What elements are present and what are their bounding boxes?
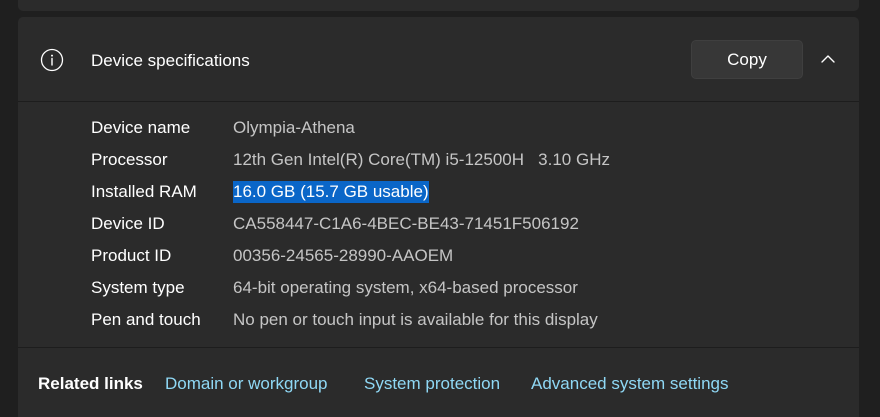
section-title: Device specifications: [91, 51, 250, 70]
info-icon: [40, 48, 64, 72]
spec-label: Device ID: [91, 214, 165, 233]
device-specifications-header[interactable]: Device specifications Copy: [18, 17, 859, 101]
spec-label: Pen and touch: [91, 310, 201, 329]
spec-row-device-name: Device name Olympia-Athena: [18, 116, 859, 148]
spec-value[interactable]: CA558447-C1A6-4BEC-BE43-71451F506192: [233, 212, 579, 236]
spec-value[interactable]: 12th Gen Intel(R) Core(TM) i5-12500H 3.1…: [233, 148, 610, 172]
spec-label: Installed RAM: [91, 182, 197, 201]
spec-label: Processor: [91, 150, 168, 169]
spec-value[interactable]: No pen or touch input is available for t…: [233, 308, 598, 332]
device-specifications-card: Device specifications Copy Device name O…: [18, 17, 859, 417]
spec-value[interactable]: 64-bit operating system, x64-based proce…: [233, 276, 578, 300]
copy-button[interactable]: Copy: [691, 40, 803, 79]
spec-label: Product ID: [91, 246, 172, 265]
advanced-system-settings-link[interactable]: Advanced system settings: [531, 374, 728, 394]
related-links-title: Related links: [38, 374, 143, 393]
spec-row-installed-ram: Installed RAM 16.0 GB (15.7 GB usable): [18, 180, 859, 212]
previous-card: [18, 0, 859, 11]
system-protection-link[interactable]: System protection: [364, 374, 500, 394]
domain-or-workgroup-link[interactable]: Domain or workgroup: [165, 374, 328, 394]
related-links-bar: Related links Domain or workgroup System…: [18, 348, 859, 417]
spec-value[interactable]: 00356-24565-28990-AAOEM: [233, 244, 453, 268]
spec-row-system-type: System type 64-bit operating system, x64…: [18, 276, 859, 308]
spec-list: Device name Olympia-Athena Processor 12t…: [18, 102, 859, 347]
chevron-up-icon[interactable]: [814, 45, 842, 73]
spec-row-product-id: Product ID 00356-24565-28990-AAOEM: [18, 244, 859, 276]
spec-label: Device name: [91, 118, 191, 137]
spec-value-selected[interactable]: 16.0 GB (15.7 GB usable): [233, 181, 429, 203]
spec-row-device-id: Device ID CA558447-C1A6-4BEC-BE43-71451F…: [18, 212, 859, 244]
spec-value[interactable]: Olympia-Athena: [233, 116, 355, 140]
spec-row-processor: Processor 12th Gen Intel(R) Core(TM) i5-…: [18, 148, 859, 180]
spec-row-pen-and-touch: Pen and touch No pen or touch input is a…: [18, 308, 859, 340]
spec-label: System type: [91, 278, 185, 297]
